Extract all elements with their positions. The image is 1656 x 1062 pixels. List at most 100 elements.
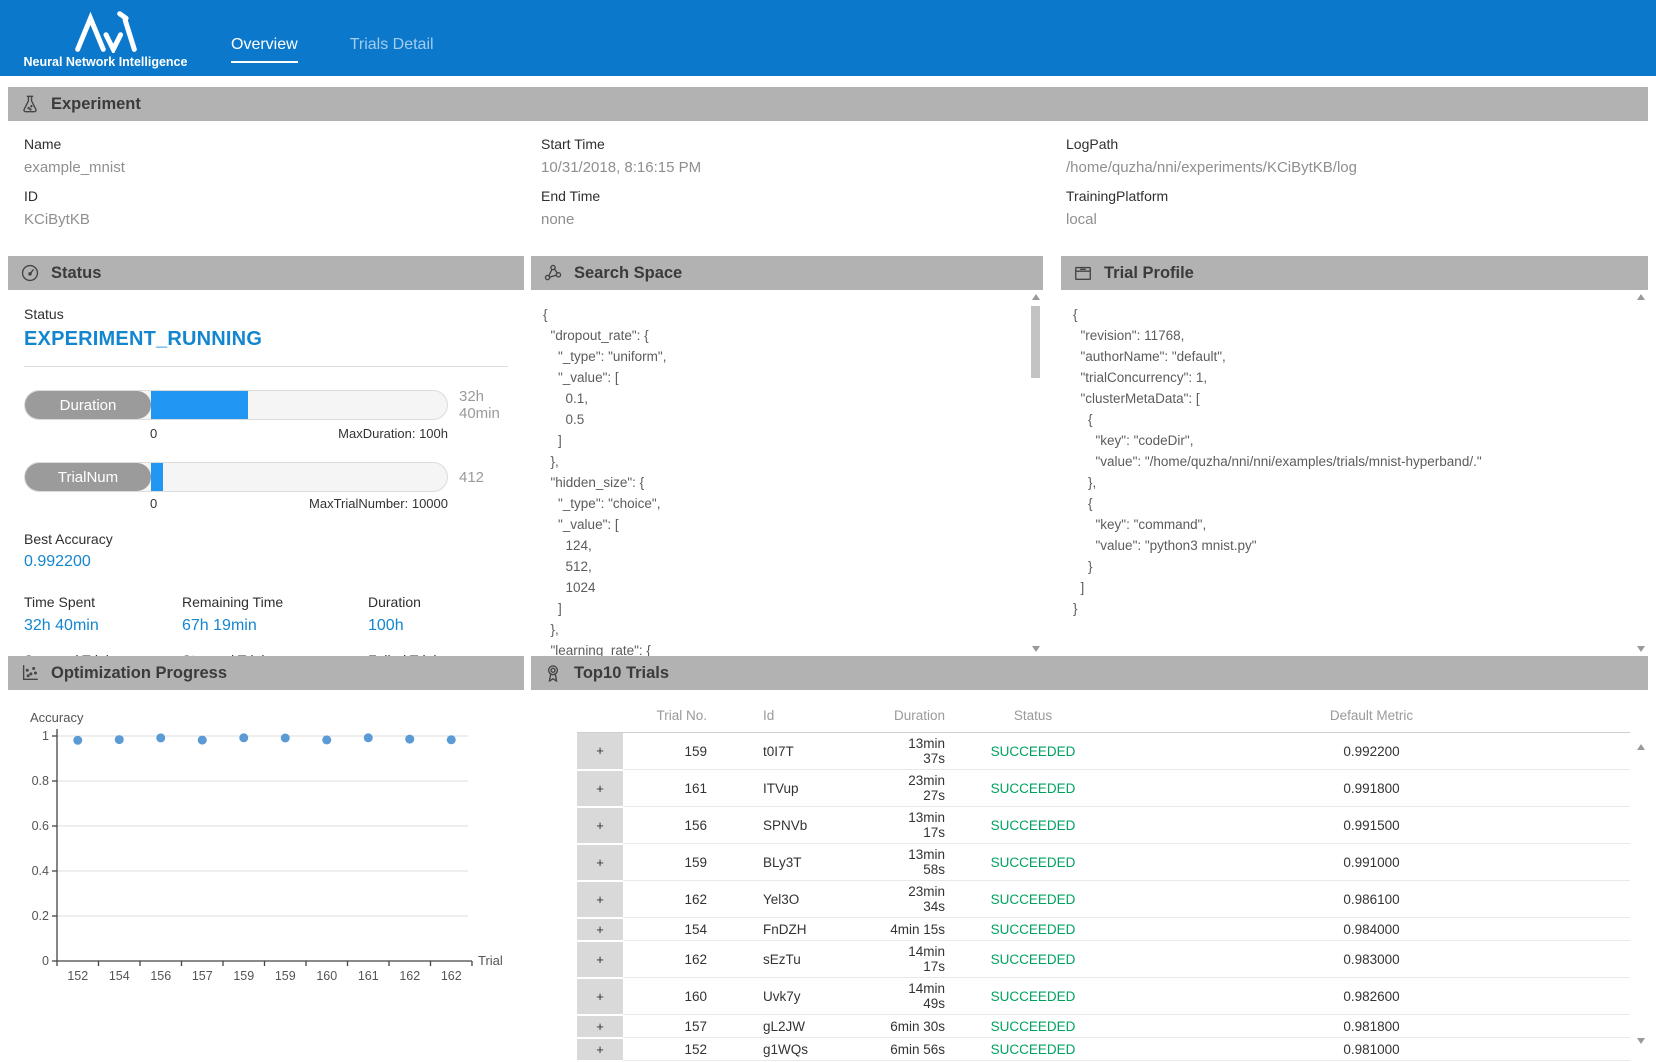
- scrollbar-thumb[interactable]: [1031, 306, 1040, 378]
- data-point: [364, 733, 373, 742]
- duration-progress: Duration 32h 40min: [24, 388, 508, 422]
- metric-cell: 0.991000: [1113, 844, 1630, 881]
- duration-cell: 14min 49s: [883, 978, 953, 1015]
- trial-profile-json: { "revision": 11768, "authorName": "defa…: [1061, 290, 1648, 619]
- data-point: [156, 733, 165, 742]
- scrollbar[interactable]: [1634, 742, 1647, 1046]
- x-tick-label: 160: [316, 969, 337, 983]
- stat-value: 32h 40min: [24, 617, 182, 635]
- y-tick-label: 0.8: [32, 774, 49, 788]
- tab-trials-detail[interactable]: Trials Detail: [350, 36, 434, 63]
- status-cell: SUCCEEDED: [953, 770, 1113, 807]
- col-default-metric: Default Metric: [1113, 704, 1630, 733]
- status-cell: SUCCEEDED: [953, 807, 1113, 844]
- table-row: +162sEzTu14min 17sSUCCEEDED0.983000: [577, 941, 1630, 978]
- trial-profile-panel: Trial Profile { "revision": 11768, "auth…: [1061, 256, 1648, 656]
- field-label: TrainingPlatform: [1066, 188, 1648, 204]
- y-tick-label: 1: [42, 729, 49, 743]
- progress-min: 0: [150, 426, 157, 441]
- progress-value: 412: [459, 469, 484, 486]
- duration-cell: 13min 58s: [883, 844, 953, 881]
- duration-cell: 13min 37s: [883, 733, 953, 770]
- col-trial-no: Trial No.: [623, 704, 715, 733]
- field-value: KCiBytKB: [24, 211, 531, 228]
- status-label: Status: [24, 306, 508, 322]
- stat-value: 67h 19min: [182, 617, 368, 635]
- scroll-down-icon[interactable]: [1032, 646, 1040, 652]
- archive-box-icon: [1072, 263, 1093, 284]
- trial-id-cell: Uvk7y: [715, 978, 883, 1015]
- scrollbar[interactable]: [1634, 292, 1647, 654]
- metric-cell: 0.991500: [1113, 807, 1630, 844]
- brand-text: Neural Network Intelligence: [24, 55, 188, 69]
- duration-cell: 4min 15s: [883, 918, 953, 941]
- stat-label: Time Spent: [24, 594, 182, 610]
- status-cell: SUCCEEDED: [953, 918, 1113, 941]
- experiment-section-header: Experiment: [8, 87, 1648, 121]
- flask-icon: [19, 94, 40, 115]
- expand-row-button[interactable]: +: [577, 733, 623, 769]
- search-space-panel: Search Space { "dropout_rate": { "_type"…: [531, 256, 1043, 656]
- metric-cell: 0.981800: [1113, 1015, 1630, 1038]
- scroll-up-icon[interactable]: [1032, 294, 1040, 300]
- expand-row-button[interactable]: +: [577, 1016, 623, 1037]
- trial-id-cell: t0I7T: [715, 733, 883, 770]
- expand-row-button[interactable]: +: [577, 919, 623, 940]
- expand-row-button[interactable]: +: [577, 845, 623, 880]
- metric-cell: 0.981000: [1113, 1038, 1630, 1061]
- expand-row-button[interactable]: +: [577, 1039, 623, 1060]
- scroll-down-icon[interactable]: [1637, 646, 1645, 652]
- status-cell: SUCCEEDED: [953, 881, 1113, 918]
- trial-id-cell: SPNVb: [715, 807, 883, 844]
- optimization-title: Optimization Progress: [51, 664, 227, 683]
- field-value: example_mnist: [24, 159, 531, 176]
- y-tick-label: 0.2: [32, 909, 49, 923]
- nni-brand: Neural Network Intelligence: [8, 11, 203, 76]
- tab-overview[interactable]: Overview: [231, 36, 298, 63]
- expand-row-button[interactable]: +: [577, 808, 623, 843]
- field-value: local: [1066, 211, 1648, 228]
- field-label: Name: [24, 136, 531, 152]
- search-space-title: Search Space: [574, 264, 682, 283]
- y-axis-title: Accuracy: [30, 710, 84, 725]
- table-row: +160Uvk7y14min 49sSUCCEEDED0.982600: [577, 978, 1630, 1015]
- table-row: +161ITVup23min 27sSUCCEEDED0.991800: [577, 770, 1630, 807]
- x-tick-label: 162: [399, 969, 420, 983]
- data-point: [447, 735, 456, 744]
- field-label: End Time: [541, 188, 1061, 204]
- progress-value: 32h 40min: [459, 388, 508, 422]
- expand-row-button[interactable]: +: [577, 979, 623, 1014]
- optimization-panel: Optimization Progress Accuracy: [8, 656, 524, 1054]
- trial-id-cell: sEzTu: [715, 941, 883, 978]
- y-tick-label: 0.4: [32, 864, 49, 878]
- data-point: [239, 733, 248, 742]
- status-section-header: Status: [8, 256, 524, 290]
- expand-row-button[interactable]: +: [577, 771, 623, 806]
- top-navbar: Neural Network Intelligence Overview Tri…: [0, 0, 1656, 76]
- trial-no-cell: 162: [623, 881, 715, 918]
- x-tick-label: 152: [67, 969, 88, 983]
- trial-no-cell: 159: [623, 733, 715, 770]
- scroll-up-icon[interactable]: [1637, 294, 1645, 300]
- duration-cell: 23min 34s: [883, 881, 953, 918]
- progress-label: TrialNum: [25, 463, 151, 491]
- trial-profile-title: Trial Profile: [1104, 264, 1194, 283]
- table-row: +162Yel3O23min 34sSUCCEEDED0.986100: [577, 881, 1630, 918]
- field-value: none: [541, 211, 1061, 228]
- data-point: [73, 736, 82, 745]
- metric-cell: 0.984000: [1113, 918, 1630, 941]
- field-label: Start Time: [541, 136, 1061, 152]
- trial-no-cell: 156: [623, 807, 715, 844]
- table-row: +159t0I7T13min 37sSUCCEEDED0.992200: [577, 733, 1630, 770]
- data-point: [281, 734, 290, 743]
- scrollbar[interactable]: [1029, 292, 1042, 654]
- scroll-down-icon[interactable]: [1637, 1038, 1645, 1044]
- trial-id-cell: g1WQs: [715, 1038, 883, 1061]
- expand-row-button[interactable]: +: [577, 942, 623, 977]
- table-header-row: Trial No. Id Duration Status Default Met…: [577, 704, 1630, 733]
- scroll-up-icon[interactable]: [1637, 744, 1645, 750]
- stat-label: Remaining Time: [182, 594, 368, 610]
- trial-no-cell: 157: [623, 1015, 715, 1038]
- expand-row-button[interactable]: +: [577, 882, 623, 917]
- duration-cell: 13min 17s: [883, 807, 953, 844]
